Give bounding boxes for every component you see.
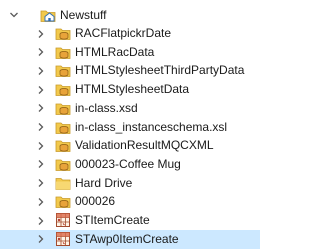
tree-node-label: 000026 [75, 194, 116, 209]
data-folder-icon [55, 100, 71, 116]
tree-node-label: 000023-Coffee Mug [75, 156, 181, 171]
tree-node[interactable]: Hard Drive [0, 174, 260, 193]
clipped-row-bottom [0, 243, 260, 250]
data-folder-icon [55, 25, 71, 41]
tree-node[interactable]: HTMLStylesheetData [0, 80, 260, 99]
tree-node[interactable]: HTMLStylesheetThirdPartyData [0, 61, 260, 80]
tree-node-label: Newstuff [60, 8, 107, 22]
chevron-right-icon[interactable] [35, 80, 47, 100]
table-icon [55, 212, 71, 228]
data-folder-icon [55, 156, 71, 172]
tree-node[interactable]: RACFlatpickrDate [0, 24, 260, 43]
tree-view: Newstuff RACFlatpickrDate HTMLRacData HTML… [0, 0, 260, 250]
chevron-right-icon[interactable] [35, 136, 47, 156]
chevron-right-icon[interactable] [35, 117, 47, 137]
tree-node[interactable]: HTMLRacData [0, 43, 260, 62]
tree-node-label: HTMLStylesheetThirdPartyData [75, 63, 245, 78]
tree-node-label: in-class_instanceschema.xsl [75, 119, 228, 134]
data-folder-icon [55, 62, 71, 78]
tree-node[interactable]: 000026 [0, 192, 260, 211]
plain-folder-icon [55, 175, 71, 191]
data-folder-icon [55, 44, 71, 60]
tree-node-label: in-class.xsd [75, 100, 138, 115]
chevron-right-icon[interactable] [35, 98, 47, 118]
tree-node-label: STItemCreate [75, 213, 150, 227]
data-folder-icon [55, 137, 71, 153]
tree-node-label: RACFlatpickrDate [75, 26, 172, 40]
data-folder-icon [55, 193, 71, 209]
tree-node[interactable]: STItemCreate [0, 211, 260, 230]
data-folder-icon [55, 81, 71, 97]
house-folder-icon [40, 7, 56, 23]
chevron-right-icon[interactable] [35, 192, 47, 212]
tree-node-label: Hard Drive [75, 175, 133, 190]
chevron-right-icon[interactable] [35, 173, 47, 193]
chevron-down-icon[interactable] [8, 5, 20, 25]
chevron-right-icon[interactable] [35, 42, 47, 62]
chevron-right-icon[interactable] [35, 154, 47, 174]
data-folder-icon [55, 119, 71, 135]
chevron-right-icon[interactable] [35, 61, 47, 81]
tree-node-label: ValidationResultMQCXML [75, 138, 214, 153]
tree-node[interactable]: in-class_instanceschema.xsl [0, 118, 260, 137]
tree-node[interactable]: ValidationResultMQCXML [0, 136, 260, 155]
tree-node-label: HTMLRacData [75, 44, 155, 59]
tree-node[interactable]: in-class.xsd [0, 99, 260, 118]
chevron-right-icon[interactable] [35, 24, 47, 44]
chevron-right-icon[interactable] [35, 211, 47, 231]
tree-node-newstuff[interactable]: Newstuff [0, 5, 260, 25]
tree-node[interactable]: 000023-Coffee Mug [0, 155, 260, 174]
tree-node-label: HTMLStylesheetData [75, 82, 190, 97]
